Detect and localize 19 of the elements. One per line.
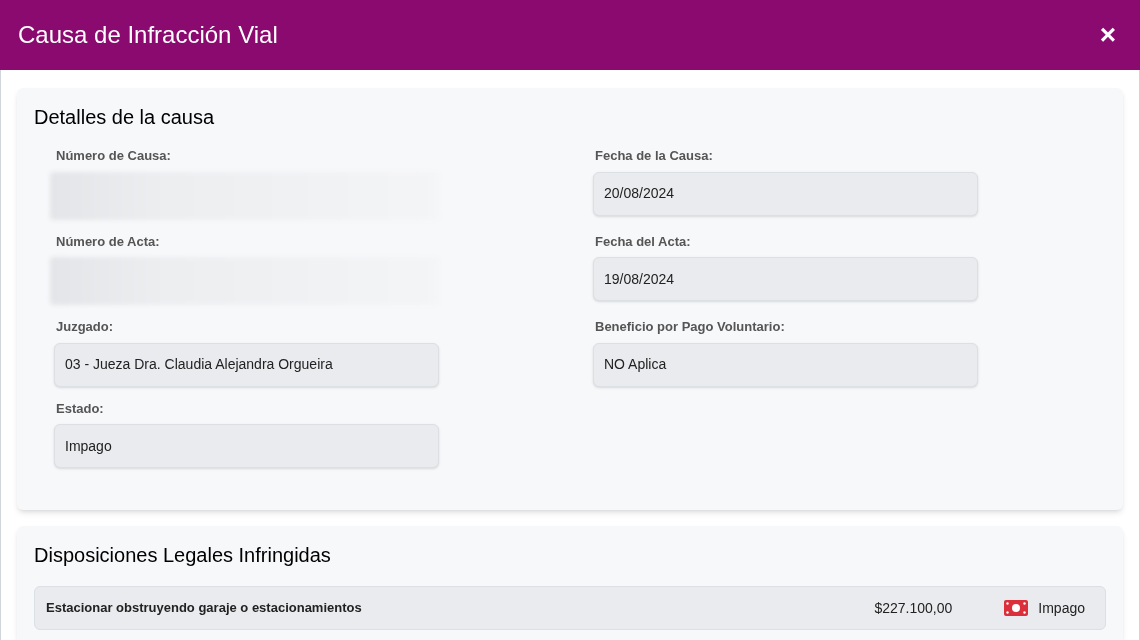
section-title: Disposiciones Legales Infringidas <box>34 543 332 568</box>
close-button[interactable]: × <box>1099 21 1116 49</box>
dialog-title: Causa de Infracción Vial <box>18 20 278 50</box>
input-field[interactable]: 20/08/2024 <box>593 171 978 216</box>
field-label: Estado: <box>55 399 105 418</box>
field-label: Fecha del Acta: <box>594 232 692 251</box>
status-text: Impago <box>1038 598 1085 618</box>
field-label: Número de Causa: <box>55 147 172 165</box>
input-field[interactable]: NO Aplica <box>593 342 978 387</box>
input-field[interactable]: 03 - Jueza Dra. Claudia Alejandra Orgueira <box>54 342 439 387</box>
field-label: Juzgado: <box>55 318 115 336</box>
field-label: Número de Acta: <box>55 232 161 251</box>
input-field[interactable]: Impago <box>54 424 439 468</box>
disposition-text: Estacionar obstruyendo garaje o estacionamientos <box>46 599 363 618</box>
input-field[interactable]: 19/08/2024 <box>593 257 978 301</box>
field-label: Beneficio por Pago Voluntario: <box>594 318 786 336</box>
section-title: Detalles de la causa <box>34 105 216 130</box>
field-label: Fecha de la Causa: <box>594 147 714 165</box>
amount-text: $227.100,00 <box>874 598 953 618</box>
